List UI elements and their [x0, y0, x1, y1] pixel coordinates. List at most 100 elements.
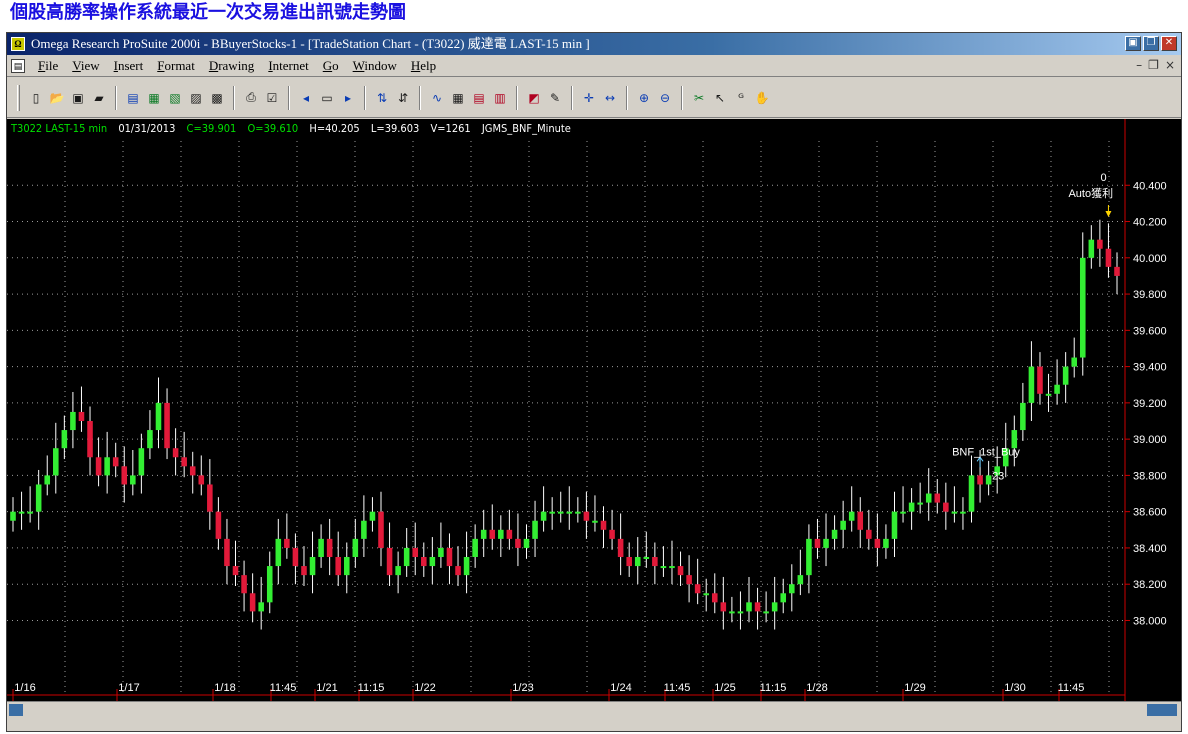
strategy-a-icon[interactable]: ⇅ — [373, 89, 391, 107]
candle-body[interactable] — [617, 538, 624, 557]
candle-body[interactable] — [771, 602, 778, 612]
chart-type-icon[interactable]: ◩ — [525, 89, 543, 107]
candle-body[interactable] — [600, 520, 607, 530]
candle-body[interactable] — [754, 602, 761, 612]
candle-body[interactable] — [763, 611, 769, 614]
candle-body[interactable] — [138, 448, 145, 476]
candle-body[interactable] — [463, 557, 470, 576]
candle-body[interactable] — [866, 529, 872, 539]
candle-body[interactable] — [900, 511, 906, 514]
candle-body[interactable] — [95, 457, 102, 476]
menu-internet[interactable]: Internet — [261, 58, 315, 74]
candle-body[interactable] — [215, 511, 222, 539]
candle-body[interactable] — [421, 557, 427, 567]
pointer-icon[interactable]: ↖ — [711, 89, 729, 107]
print-icon[interactable]: ⎙ — [242, 89, 260, 107]
candle-body[interactable] — [121, 466, 128, 485]
horizontal-scrollbar[interactable] — [7, 701, 1181, 717]
candle-body[interactable] — [104, 457, 110, 476]
candle-body[interactable] — [164, 402, 170, 449]
spacing-icon[interactable]: ↔ — [601, 89, 619, 107]
candle-body[interactable] — [378, 511, 384, 548]
candle-body[interactable] — [729, 611, 735, 614]
candle-body[interactable] — [1037, 366, 1043, 394]
candle-body[interactable] — [1114, 266, 1120, 276]
candle-body[interactable] — [232, 566, 239, 576]
candle-body[interactable] — [87, 421, 93, 458]
minimize-icon[interactable]: ▣ — [1125, 36, 1141, 51]
candle-body[interactable] — [352, 538, 359, 557]
tools-icon[interactable]: ✂ — [690, 89, 708, 107]
open-folder-icon[interactable]: ▰ — [90, 89, 108, 107]
candle-body[interactable] — [1105, 248, 1112, 267]
candle-body[interactable] — [207, 484, 213, 512]
candle-body[interactable] — [412, 547, 419, 557]
candle-body[interactable] — [61, 430, 68, 449]
candle-body[interactable] — [335, 557, 341, 576]
candle-body[interactable] — [643, 557, 650, 559]
restore-icon[interactable]: ❐ — [1143, 36, 1159, 51]
menu-go[interactable]: Go — [316, 58, 346, 74]
candle-body[interactable] — [1054, 384, 1060, 394]
candle-body[interactable] — [1045, 393, 1052, 396]
candle-body[interactable] — [78, 411, 85, 421]
omega-icon[interactable]: Ω — [11, 37, 25, 51]
new-icon[interactable]: ▯ — [27, 89, 45, 107]
menu-drawing[interactable]: Drawing — [202, 58, 262, 74]
candle-body[interactable] — [549, 511, 555, 514]
candle-body[interactable] — [181, 457, 187, 467]
grid-c-icon[interactable]: ▥ — [491, 89, 509, 107]
candle-body[interactable] — [284, 538, 290, 548]
candle-body[interactable] — [44, 475, 51, 485]
candle-body[interactable] — [1071, 357, 1077, 367]
doc-b-icon[interactable]: ▧ — [166, 89, 184, 107]
zoom-in-icon[interactable]: ⊕ — [635, 89, 653, 107]
candle-body[interactable] — [720, 602, 727, 612]
candle-body[interactable] — [934, 493, 941, 503]
candle-body[interactable] — [737, 611, 744, 614]
candle-body[interactable] — [275, 538, 282, 567]
candle-body[interactable] — [592, 520, 598, 523]
doc-c-icon[interactable]: ▨ — [187, 89, 205, 107]
save-icon[interactable]: ▣ — [69, 89, 87, 107]
toolbar-grip[interactable] — [17, 84, 20, 111]
candle-body[interactable] — [1028, 366, 1035, 403]
candle-body[interactable] — [27, 511, 33, 514]
candle-body[interactable] — [70, 411, 76, 431]
candle-body[interactable] — [1088, 239, 1095, 258]
candle-body[interactable] — [960, 511, 966, 514]
zoom-back-icon[interactable]: ◂ — [297, 89, 315, 107]
candle-body[interactable] — [634, 557, 641, 567]
candle-body[interactable] — [540, 511, 547, 521]
candle-body[interactable] — [489, 529, 496, 539]
candle-body[interactable] — [891, 511, 898, 539]
menu-window[interactable]: Window — [346, 58, 404, 74]
candle-body[interactable] — [883, 538, 889, 548]
candle-body[interactable] — [848, 511, 855, 521]
candle-body[interactable] — [797, 575, 804, 585]
candle-body[interactable] — [403, 547, 410, 567]
candle-body[interactable] — [532, 520, 538, 539]
candle-body[interactable] — [309, 557, 316, 576]
doc-d-icon[interactable]: ▩ — [208, 89, 226, 107]
candle-body[interactable] — [652, 557, 658, 567]
candle-body[interactable] — [258, 602, 264, 612]
candle-body[interactable] — [925, 493, 932, 503]
data-window-icon[interactable]: ᴳ — [732, 89, 750, 107]
candle-body[interactable] — [977, 475, 983, 485]
doc-a-icon[interactable]: ▦ — [145, 89, 163, 107]
mdi-close-icon[interactable]: × — [1165, 58, 1175, 72]
candle-body[interactable] — [968, 475, 975, 512]
candle-body[interactable] — [566, 511, 573, 514]
candle-body[interactable] — [908, 502, 915, 512]
zoom-page-icon[interactable]: ▭ — [318, 89, 336, 107]
price-chart[interactable]: 40.400 40.200 40.000 39.800 39.600 39.400 39.2… — [7, 119, 1181, 701]
candle-body[interactable] — [446, 547, 453, 567]
candle-body[interactable] — [823, 538, 829, 548]
candle-body[interactable] — [369, 511, 376, 521]
candle-body[interactable] — [609, 529, 615, 539]
indicator-icon[interactable]: ∿ — [428, 89, 446, 107]
candle-body[interactable] — [789, 584, 795, 594]
candle-body[interactable] — [10, 511, 16, 521]
candle-body[interactable] — [130, 475, 136, 485]
